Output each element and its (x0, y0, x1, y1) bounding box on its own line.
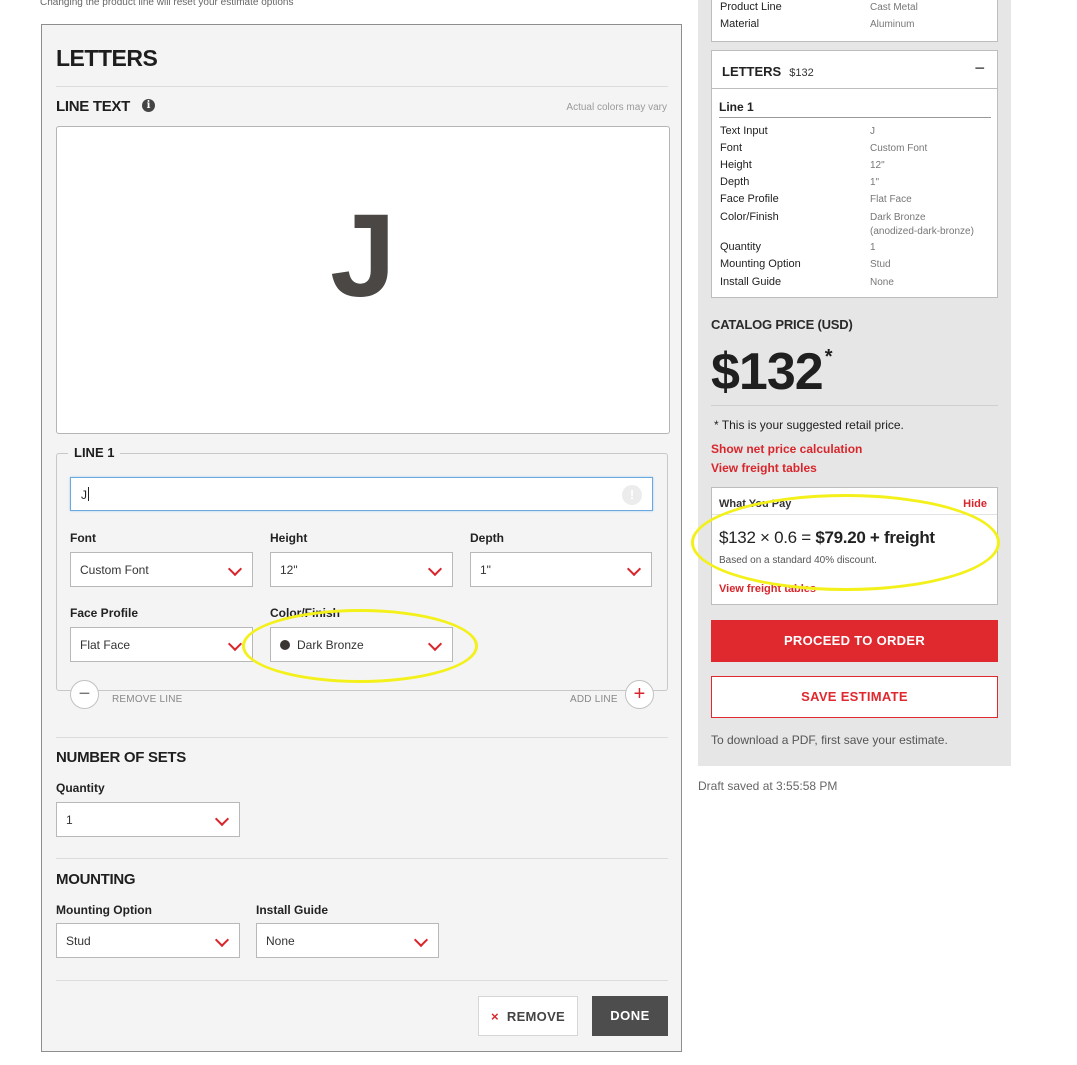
net-price-calculation: $132 × 0.6 = $79.20 + freight (719, 528, 935, 547)
depth-select[interactable]: 1" (470, 552, 652, 587)
line-text-input[interactable]: J ! (70, 477, 653, 511)
mounting-heading: MOUNTING (56, 871, 136, 888)
number-of-sets-heading: NUMBER OF SETS (56, 749, 186, 766)
line-1-legend: LINE 1 (68, 445, 121, 460)
divider (56, 858, 668, 859)
letters-summary-card: LETTERS $132 − Line 1 Text Input J Font Cus… (711, 50, 998, 298)
font-label: Font (70, 531, 96, 545)
estimate-summary-panel: Product Line Cast Metal Material Aluminu… (698, 0, 1011, 766)
proceed-to-order-button[interactable]: PROCEED TO ORDER (711, 620, 998, 662)
remove-line-button[interactable]: − (70, 680, 99, 709)
add-line-button[interactable]: + (625, 680, 654, 709)
chevron-down-icon (227, 561, 243, 577)
hide-link[interactable]: Hide (963, 498, 987, 510)
quantity-label: Quantity (56, 781, 105, 795)
collapse-icon[interactable]: − (974, 58, 985, 79)
show-net-price-link[interactable]: Show net price calculation (711, 442, 862, 456)
view-freight-tables-link[interactable]: View freight tables (719, 583, 816, 595)
divider (712, 514, 997, 515)
install-guide-select[interactable]: None (256, 923, 439, 958)
color-finish-label: Color/Finish (270, 606, 340, 620)
view-freight-tables-link[interactable]: View freight tables (711, 461, 817, 475)
quantity-select[interactable]: 1 (56, 802, 240, 837)
install-guide-select-value: None (266, 934, 295, 948)
face-profile-label: Face Profile (70, 606, 139, 620)
divider (56, 980, 668, 981)
catalog-price-label: CATALOG PRICE (USD) (711, 317, 853, 332)
color-disclaimer: Actual colors may vary (566, 102, 667, 113)
chevron-down-icon (214, 932, 230, 948)
pdf-note: To download a PDF, first save your estim… (711, 733, 948, 747)
divider (712, 88, 997, 89)
chevron-down-icon (626, 561, 642, 577)
chevron-down-icon (214, 811, 230, 827)
line-text-heading: LINE TEXT (56, 98, 130, 115)
editor-title: LETTERS (56, 45, 158, 71)
face-profile-select-value: Flat Face (80, 638, 131, 652)
height-select-value: 12" (280, 563, 298, 577)
install-guide-label: Install Guide (256, 903, 329, 917)
what-you-pay-label: What You Pay (719, 498, 792, 510)
divider (719, 117, 991, 118)
reset-warning-note: Changing the product line will reset you… (40, 0, 294, 8)
close-icon: × (490, 1009, 499, 1024)
product-summary-card: Product Line Cast Metal Material Aluminu… (711, 0, 998, 42)
height-select[interactable]: 12" (270, 552, 453, 587)
catalog-price: $132 * (711, 343, 832, 401)
retail-price-note: * This is your suggested retail price. (714, 418, 904, 432)
face-profile-select[interactable]: Flat Face (70, 627, 253, 662)
divider (711, 405, 998, 406)
chevron-down-icon (227, 636, 243, 652)
draft-saved-status: Draft saved at 3:55:58 PM (698, 779, 838, 793)
font-select-value: Custom Font (80, 563, 149, 577)
line-text-value: J (81, 487, 89, 502)
chevron-down-icon (413, 932, 429, 948)
remove-line-label[interactable]: REMOVE LINE (112, 694, 183, 705)
info-icon[interactable]: i (142, 99, 155, 112)
letter-preview: J (56, 126, 670, 434)
done-button[interactable]: DONE (592, 996, 668, 1036)
quantity-select-value: 1 (66, 813, 73, 827)
preview-letter-text: J (330, 190, 396, 322)
mounting-option-select[interactable]: Stud (56, 923, 240, 958)
letters-summary-title: LETTERS $132 (722, 64, 814, 79)
discount-note: Based on a standard 40% discount. (719, 555, 877, 566)
color-swatch (280, 640, 290, 650)
font-select[interactable]: Custom Font (70, 552, 253, 587)
divider (56, 737, 668, 738)
color-finish-select[interactable]: Dark Bronze (270, 627, 453, 662)
height-label: Height (270, 531, 308, 545)
mounting-option-label: Mounting Option (56, 903, 152, 917)
line-summary-title: Line 1 (719, 100, 754, 114)
chevron-down-icon (427, 636, 443, 652)
save-estimate-button[interactable]: SAVE ESTIMATE (711, 676, 998, 718)
depth-label: Depth (470, 531, 504, 545)
what-you-pay-card: What You Pay Hide $132 × 0.6 = $79.20 + … (711, 487, 998, 605)
alert-icon: ! (622, 485, 642, 505)
chevron-down-icon (427, 561, 443, 577)
mounting-option-select-value: Stud (66, 934, 91, 948)
depth-select-value: 1" (480, 563, 491, 577)
remove-button[interactable]: × REMOVE (478, 996, 578, 1036)
letters-editor-panel: LETTERS LINE TEXT i Actual colors may va… (41, 24, 682, 1052)
divider (56, 86, 668, 87)
color-finish-select-value: Dark Bronze (280, 638, 364, 652)
add-line-label[interactable]: ADD LINE (570, 694, 618, 705)
